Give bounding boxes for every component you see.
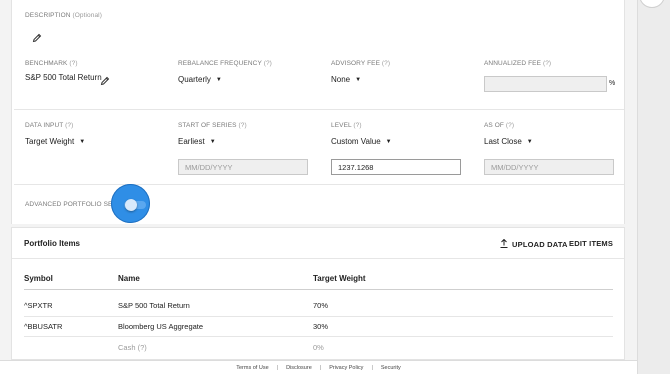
footer-link-privacy[interactable]: Privacy Policy (329, 365, 363, 371)
edit-items-button[interactable]: EDIT ITEMS (569, 239, 613, 248)
start-of-series-select[interactable]: Earliest ▼ (178, 137, 216, 146)
footer-separator: | (319, 364, 322, 371)
divider (14, 109, 624, 110)
row-symbol: ^SPXTR (24, 301, 53, 310)
caret-down-icon: ▼ (355, 77, 362, 83)
upload-icon (500, 238, 508, 249)
row-weight: 30% (313, 322, 329, 331)
annualized-fee-label: ANNUALIZED FEE (?) (484, 60, 552, 67)
advisory-fee-label: ADVISORY FEE (?) (331, 60, 391, 67)
column-header-target-weight[interactable]: Target Weight (313, 274, 366, 283)
toggle-knob[interactable] (125, 199, 137, 211)
footer-link-disclosure[interactable]: Disclosure (286, 365, 312, 371)
footer-link-security[interactable]: Security (381, 365, 401, 371)
rebalance-frequency-label: REBALANCE FREQUENCY (?) (178, 60, 272, 67)
portfolio-settings-panel: DESCRIPTION (Optional) BENCHMARK (?) S&P… (11, 0, 625, 224)
as-of-select[interactable]: Last Close ▼ (484, 137, 533, 146)
upload-data-button[interactable]: UPLOAD DATA (500, 238, 568, 249)
row-divider (24, 316, 613, 317)
level-label: LEVEL (?) (331, 122, 362, 129)
caret-down-icon: ▼ (209, 139, 216, 145)
level-select[interactable]: Custom Value ▼ (331, 137, 392, 146)
header-divider (24, 289, 613, 290)
data-input-label: DATA INPUT (?) (25, 122, 74, 129)
footer-separator: | (371, 364, 373, 371)
row-name: Cash (?) (118, 343, 147, 352)
portfolio-items-title: Portfolio Items (24, 239, 81, 248)
footer-link-terms[interactable]: Terms of Use (236, 365, 268, 371)
row-name: Bloomberg US Aggregate (118, 322, 204, 331)
benchmark-label: BENCHMARK (?) (25, 60, 78, 67)
column-header-symbol[interactable]: Symbol (24, 274, 53, 283)
row-divider (24, 336, 613, 337)
advisory-fee-select[interactable]: None ▼ (331, 75, 361, 84)
as-of-date-input[interactable]: MM/DD/YYYY (484, 159, 614, 175)
right-sidebar (637, 0, 670, 374)
divider (14, 184, 624, 185)
caret-down-icon: ▼ (79, 139, 86, 145)
start-date-input[interactable]: MM/DD/YYYY (178, 159, 308, 175)
row-weight: 70% (313, 301, 329, 310)
row-symbol: ^BBUSATR (24, 322, 63, 331)
as-of-label: AS OF (?) (484, 122, 515, 129)
edit-description-icon[interactable] (32, 30, 42, 43)
start-of-series-label: START OF SERIES (?) (178, 122, 247, 129)
column-header-name[interactable]: Name (118, 274, 140, 283)
caret-down-icon: ▼ (385, 139, 392, 145)
annualized-fee-unit: % (609, 80, 616, 87)
footer: Terms of Use | Disclosure | Privacy Poli… (0, 360, 637, 374)
row-weight: 0% (313, 343, 324, 352)
edit-benchmark-icon[interactable] (100, 73, 110, 86)
level-input[interactable]: 1237.1268 (331, 159, 461, 175)
portfolio-items-panel: Portfolio Items UPLOAD DATA EDIT ITEMS S… (11, 227, 625, 360)
chevron-down-icon: ⌄ (648, 0, 656, 2)
description-label: DESCRIPTION (Optional) (25, 12, 102, 19)
caret-down-icon: ▼ (215, 77, 222, 83)
data-input-select[interactable]: Target Weight ▼ (25, 137, 85, 146)
rebalance-frequency-select[interactable]: Quarterly ▼ (178, 75, 222, 84)
footer-separator: | (276, 364, 279, 371)
caret-down-icon: ▼ (526, 139, 533, 145)
annualized-fee-input[interactable] (484, 76, 607, 92)
divider (12, 258, 624, 259)
row-name: S&P 500 Total Return (118, 301, 190, 310)
benchmark-value[interactable]: S&P 500 Total Return (25, 73, 102, 82)
